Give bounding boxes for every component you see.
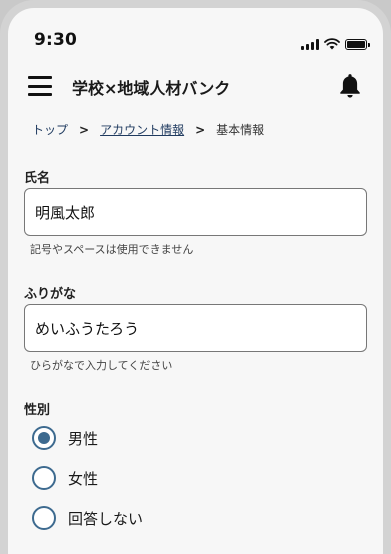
breadcrumb-account-link[interactable]: アカウント情報 bbox=[100, 121, 184, 138]
furigana-input[interactable] bbox=[24, 304, 367, 352]
radio-label: 男性 bbox=[68, 429, 99, 448]
breadcrumb-separator: > bbox=[79, 122, 90, 137]
radio-label: 回答しない bbox=[68, 509, 144, 528]
hamburger-menu-icon[interactable] bbox=[28, 76, 52, 96]
app-title: 学校×地域人材バンク bbox=[72, 79, 231, 98]
name-label: 氏名 bbox=[24, 171, 51, 186]
radio-button[interactable] bbox=[32, 466, 56, 490]
status-bar: 9:30 bbox=[8, 8, 383, 64]
wifi-icon bbox=[324, 38, 340, 50]
gender-label: 性別 bbox=[24, 403, 51, 418]
app-screen: 9:30 学校×地域人材バンク トップ > アカウント情報 > 基本情報 氏名 … bbox=[8, 8, 383, 554]
status-icons bbox=[301, 38, 370, 50]
bell-icon[interactable] bbox=[337, 72, 363, 100]
breadcrumb-current: 基本情報 bbox=[216, 123, 265, 137]
signal-icon bbox=[301, 39, 319, 50]
breadcrumb-top-link[interactable]: トップ bbox=[32, 121, 68, 138]
radio-button[interactable] bbox=[32, 506, 56, 530]
name-input[interactable] bbox=[24, 188, 367, 236]
radio-selected-dot bbox=[38, 432, 50, 444]
furigana-label: ふりがな bbox=[24, 287, 77, 302]
status-time: 9:30 bbox=[34, 30, 78, 50]
gender-option-female[interactable]: 女性 bbox=[32, 466, 98, 490]
radio-label: 女性 bbox=[68, 469, 99, 488]
breadcrumb-separator: > bbox=[195, 122, 206, 137]
battery-icon bbox=[345, 39, 370, 50]
gender-option-no-answer[interactable]: 回答しない bbox=[32, 506, 143, 530]
app-bar: 学校×地域人材バンク bbox=[8, 64, 383, 108]
gender-option-male[interactable]: 男性 bbox=[32, 426, 98, 450]
device-frame: 9:30 学校×地域人材バンク トップ > アカウント情報 > 基本情報 氏名 … bbox=[0, 0, 391, 554]
furigana-hint: ひらがなで入力してください bbox=[30, 359, 173, 372]
name-hint: 記号やスペースは使用できません bbox=[30, 243, 194, 256]
breadcrumb: トップ > アカウント情報 > 基本情報 bbox=[32, 121, 264, 138]
radio-button[interactable] bbox=[32, 426, 56, 450]
